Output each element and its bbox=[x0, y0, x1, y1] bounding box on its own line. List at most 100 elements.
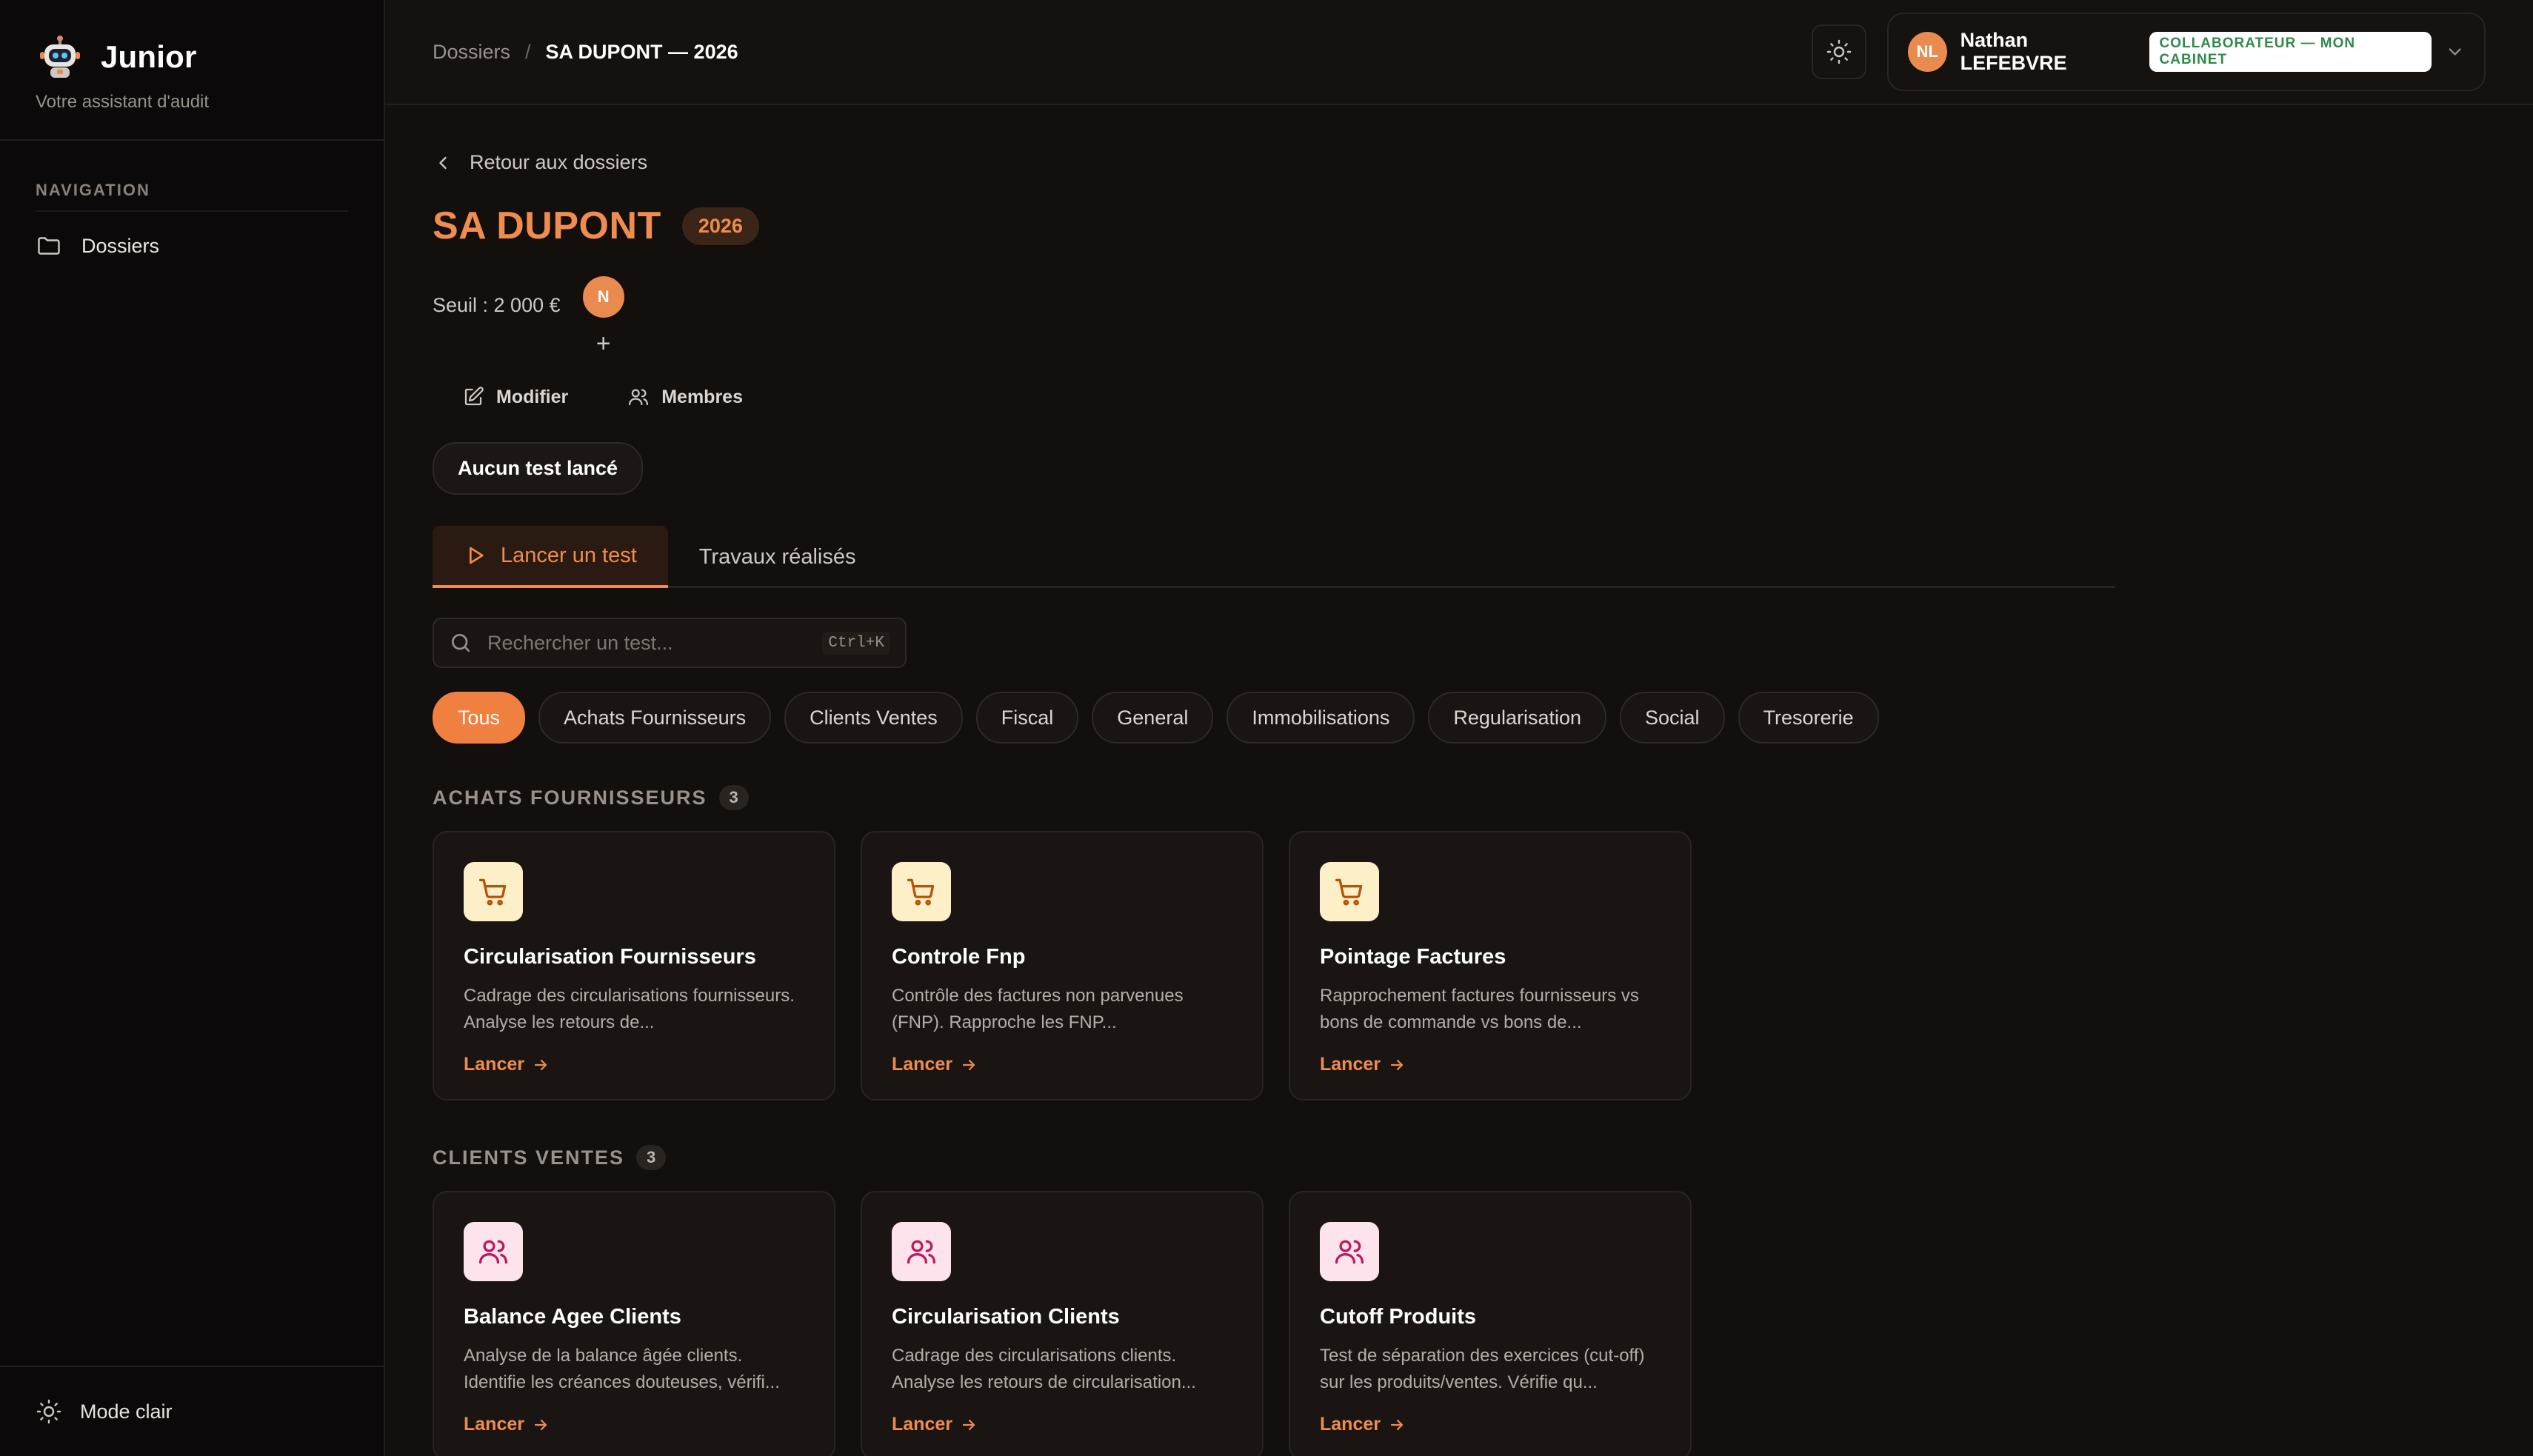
brand: Junior Votre assistant d'audit bbox=[0, 0, 384, 141]
seuil-value: Seuil : 2 000 € bbox=[433, 294, 561, 316]
add-member-button[interactable]: + bbox=[596, 331, 611, 356]
test-card[interactable]: Cutoff Produits Test de séparation des e… bbox=[1289, 1191, 1692, 1456]
theme-toggle-mode-clair[interactable]: Mode clair bbox=[0, 1366, 384, 1456]
card-title: Pointage Factures bbox=[1320, 945, 1506, 969]
tab-bar: Lancer un test Travaux réalisés bbox=[433, 526, 2115, 588]
launch-label: Lancer bbox=[1320, 1414, 1381, 1435]
card-icon-box bbox=[1320, 1222, 1379, 1281]
search-icon bbox=[452, 634, 470, 652]
filter-chip-immobilisations[interactable]: Immobilisations bbox=[1227, 692, 1415, 744]
arrow-right-icon bbox=[534, 1419, 547, 1430]
filter-chip-clients-ventes[interactable]: Clients Ventes bbox=[784, 692, 963, 744]
filter-chip-achats-fournisseurs[interactable]: Achats Fournisseurs bbox=[538, 692, 772, 744]
test-card[interactable]: Controle Fnp Contrôle des factures non p… bbox=[861, 831, 1264, 1101]
shopping-cart-icon bbox=[907, 878, 935, 906]
launch-button[interactable]: Lancer bbox=[1320, 1054, 1661, 1075]
test-card[interactable]: Circularisation Clients Cadrage des circ… bbox=[861, 1191, 1264, 1456]
tab-lancer-un-test[interactable]: Lancer un test bbox=[433, 526, 668, 588]
breadcrumb: Dossiers / SA DUPONT — 2026 bbox=[433, 41, 738, 64]
test-card[interactable]: Pointage Factures Rapprochement factures… bbox=[1289, 831, 1692, 1101]
sidebar-item-dossiers[interactable]: Dossiers bbox=[18, 219, 366, 273]
brand-row[interactable]: Junior bbox=[36, 33, 348, 81]
section-heading-achats-fournisseurs: ACHATS FOURNISSEURS 3 bbox=[433, 785, 2533, 810]
test-card[interactable]: Circularisation Fournisseurs Cadrage des… bbox=[433, 831, 835, 1101]
section-title: ACHATS FOURNISSEURS bbox=[433, 786, 707, 809]
card-title: Balance Agee Clients bbox=[464, 1305, 681, 1329]
search-input[interactable] bbox=[487, 631, 808, 655]
card-description: Cadrage des circularisations clients. An… bbox=[892, 1346, 1196, 1392]
sun-icon bbox=[36, 1399, 61, 1424]
keyboard-shortcut: Ctrl+K bbox=[822, 631, 890, 655]
launch-button[interactable]: Lancer bbox=[892, 1414, 1232, 1435]
search-box: Ctrl+K bbox=[433, 618, 907, 668]
launch-label: Lancer bbox=[464, 1054, 524, 1075]
filter-chip-social[interactable]: Social bbox=[1620, 692, 1725, 744]
card-description: Contrôle des factures non parvenues (FNP… bbox=[892, 986, 1184, 1032]
page-title: SA DUPONT bbox=[433, 204, 661, 247]
card-title: Circularisation Fournisseurs bbox=[464, 945, 756, 969]
chevron-left-icon bbox=[439, 156, 447, 169]
brand-subtitle: Votre assistant d'audit bbox=[36, 92, 210, 112]
section-count: 3 bbox=[718, 785, 749, 810]
topbar-right: NL Nathan LEFEBVRE COLLABORATEUR — MON C… bbox=[1812, 13, 2486, 91]
dossier-content: Retour aux dossiers SA DUPONT 2026 Seuil… bbox=[385, 151, 2533, 1456]
theme-toggle-button[interactable] bbox=[1812, 24, 1866, 79]
member-avatar[interactable]: N bbox=[582, 276, 624, 318]
folder-icon bbox=[38, 237, 60, 255]
cards-clients-ventes: Balance Agee Clients Analyse de la balan… bbox=[433, 1191, 2533, 1456]
back-to-dossiers-link[interactable]: Retour aux dossiers bbox=[433, 151, 2533, 174]
sidebar-item-label: Dossiers bbox=[81, 234, 160, 257]
role-badge: COLLABORATEUR — MON CABINET bbox=[2149, 32, 2432, 72]
topbar: Dossiers / SA DUPONT — 2026 NL Nathan LE… bbox=[385, 0, 2533, 105]
arrow-right-icon bbox=[534, 1059, 547, 1070]
tab-travaux-realises[interactable]: Travaux réalisés bbox=[668, 526, 887, 588]
edit-icon bbox=[464, 387, 484, 406]
card-title: Cutoff Produits bbox=[1320, 1305, 1477, 1329]
filter-chip-tous[interactable]: Tous bbox=[433, 692, 526, 744]
card-icon-box bbox=[464, 862, 523, 921]
edit-button[interactable]: Modifier bbox=[462, 386, 568, 408]
nav-section-label: NAVIGATION bbox=[36, 181, 348, 212]
card-icon-box bbox=[1320, 862, 1379, 921]
card-icon-box bbox=[892, 1222, 951, 1281]
launch-button[interactable]: Lancer bbox=[892, 1054, 1232, 1075]
tab-label: Lancer un test bbox=[501, 543, 637, 567]
card-description: Test de séparation des exercices (cut-of… bbox=[1320, 1346, 1645, 1392]
filter-chip-tresorerie[interactable]: Tresorerie bbox=[1738, 692, 1879, 744]
breadcrumb-dossiers-link[interactable]: Dossiers bbox=[433, 41, 510, 64]
category-filters: Tous Achats Fournisseurs Clients Ventes … bbox=[433, 692, 2533, 744]
launch-button[interactable]: Lancer bbox=[464, 1414, 804, 1435]
launch-label: Lancer bbox=[892, 1414, 952, 1435]
members-button[interactable]: Membres bbox=[627, 386, 743, 408]
launch-button[interactable]: Lancer bbox=[1320, 1414, 1661, 1435]
section-count: 3 bbox=[636, 1145, 667, 1170]
chevron-down-icon bbox=[2449, 48, 2461, 56]
card-title: Circularisation Clients bbox=[892, 1305, 1120, 1329]
status-badge: Aucun test lancé bbox=[433, 442, 644, 495]
arrow-right-icon bbox=[1390, 1059, 1404, 1070]
cards-achats-fournisseurs: Circularisation Fournisseurs Cadrage des… bbox=[433, 831, 2533, 1101]
shopping-cart-icon bbox=[478, 878, 507, 906]
app-root: Junior Votre assistant d'audit NAVIGATIO… bbox=[0, 0, 2533, 1456]
filter-chip-general[interactable]: General bbox=[1092, 692, 1214, 744]
card-icon-box bbox=[892, 862, 951, 921]
arrow-right-icon bbox=[1390, 1419, 1404, 1430]
section-title: CLIENTS VENTES bbox=[433, 1146, 625, 1169]
test-card[interactable]: Balance Agee Clients Analyse de la balan… bbox=[433, 1191, 835, 1456]
members-label: Membres bbox=[661, 386, 743, 407]
launch-label: Lancer bbox=[892, 1054, 952, 1075]
users-icon bbox=[1335, 1240, 1364, 1264]
tab-label: Travaux réalisés bbox=[698, 544, 856, 569]
card-title: Controle Fnp bbox=[892, 945, 1026, 969]
launch-button[interactable]: Lancer bbox=[464, 1054, 804, 1075]
user-menu[interactable]: NL Nathan LEFEBVRE COLLABORATEUR — MON C… bbox=[1887, 13, 2486, 91]
filter-chip-fiscal[interactable]: Fiscal bbox=[975, 692, 1079, 744]
dossier-actions: Modifier Membres bbox=[433, 386, 2533, 408]
members-stack: N + bbox=[582, 276, 624, 356]
filter-chip-regularisation[interactable]: Regularisation bbox=[1428, 692, 1607, 744]
main-panel: Dossiers / SA DUPONT — 2026 NL Nathan LE… bbox=[385, 0, 2533, 1456]
card-description: Analyse de la balance âgée clients. Iden… bbox=[464, 1346, 780, 1392]
sidebar: Junior Votre assistant d'audit NAVIGATIO… bbox=[0, 0, 385, 1456]
arrow-right-icon bbox=[962, 1419, 975, 1430]
section-heading-clients-ventes: CLIENTS VENTES 3 bbox=[433, 1145, 2533, 1170]
